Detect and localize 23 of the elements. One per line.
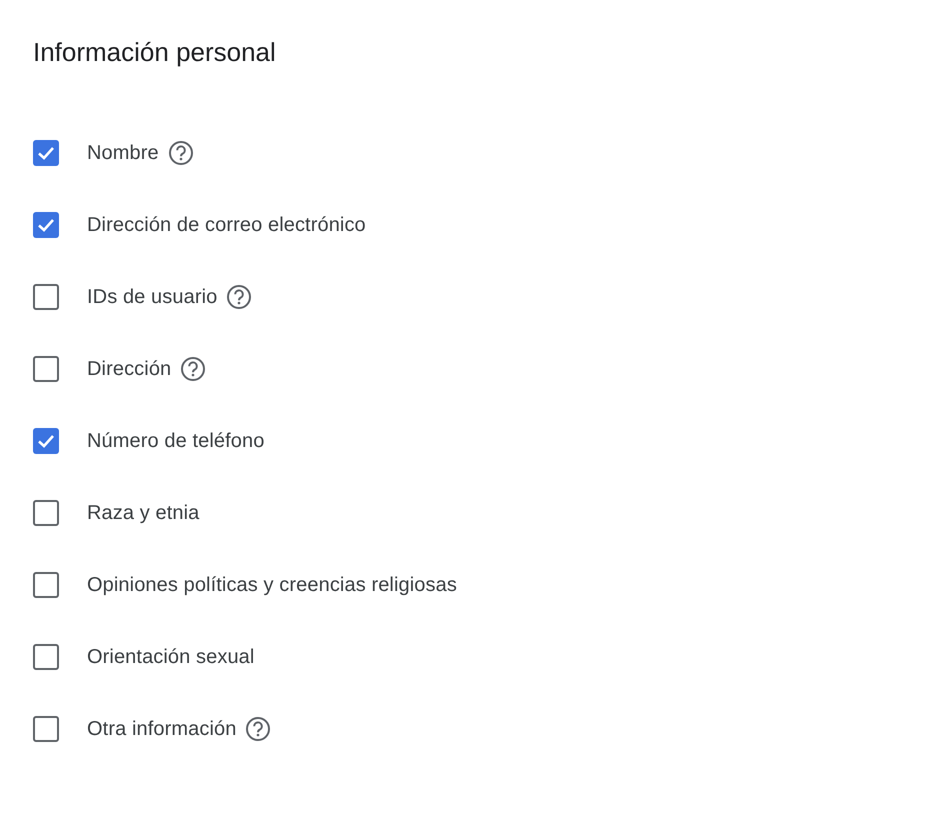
help-icon[interactable] [245,716,272,742]
option-label: Número de teléfono [87,430,264,452]
checkbox[interactable] [33,428,59,454]
section-title: Información personal [33,36,277,69]
checkbox[interactable] [33,212,59,238]
checkbox[interactable] [33,572,59,598]
option-label: Raza y etnia [87,502,200,524]
option-label: Orientación sexual [87,646,254,668]
checkbox[interactable] [33,284,59,310]
option-label: Otra información [87,718,236,740]
checkbox[interactable] [33,500,59,526]
option-label: Opiniones políticas y creencias religiosas [87,574,457,596]
checkbox[interactable] [33,644,59,670]
option-label: Dirección de correo electrónico [87,214,366,236]
option-label: IDs de usuario [87,286,218,308]
checkbox[interactable] [33,716,59,742]
option-label: Dirección [87,358,172,380]
help-icon[interactable] [180,356,206,382]
checkbox[interactable] [33,356,59,382]
checkbox[interactable] [33,140,59,166]
option-label: Nombre [87,142,159,164]
help-icon[interactable] [226,284,252,310]
help-icon[interactable] [168,140,194,166]
